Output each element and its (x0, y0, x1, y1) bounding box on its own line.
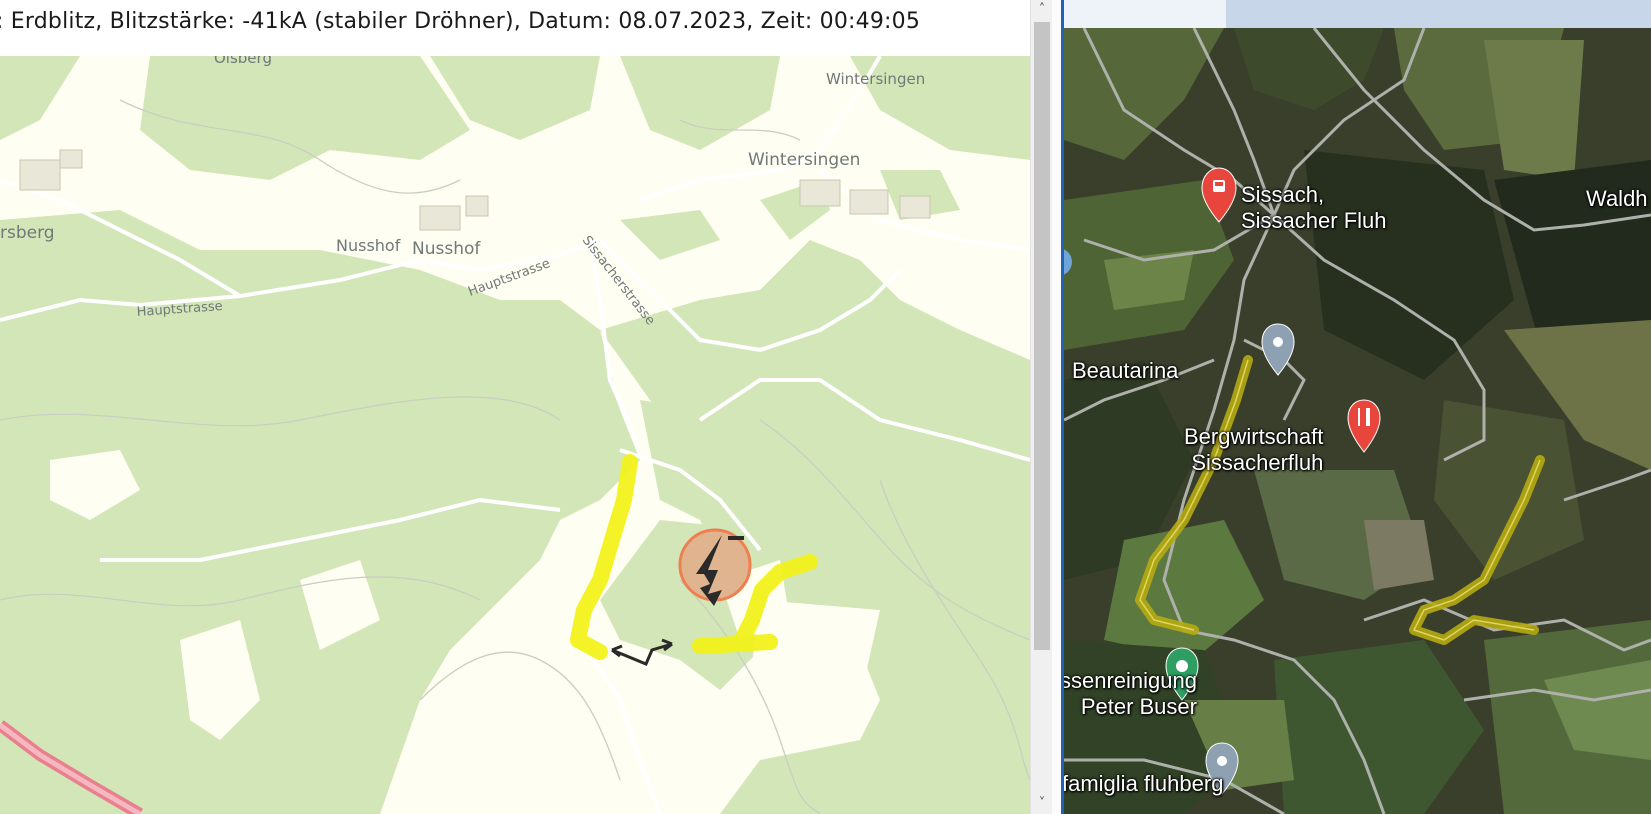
pane-divider[interactable] (1052, 0, 1064, 814)
place-label-olsberg: Olsberg (214, 56, 272, 67)
street-map[interactable]: Olsberg Wintersingen Wintersingen rsberg… (0, 56, 1030, 814)
scroll-down-icon[interactable]: ˅ (1031, 794, 1053, 814)
tab-strip (1064, 0, 1651, 28)
strike-info-bar: : Erdblitz, Blitzstärke: -41kA (stabiler… (0, 0, 1030, 56)
poi-label-beautarina[interactable]: Beautarina (1072, 358, 1178, 384)
place-label-nusshof-small: Nusshof (336, 236, 401, 255)
scroll-thumb[interactable] (1034, 22, 1050, 650)
vertical-scrollbar[interactable]: ˄ ˅ (1030, 0, 1053, 814)
satellite-map-pane: Sissach, Sissacher Fluh Beautarina Bergw… (1064, 0, 1651, 814)
street-map-pane: : Erdblitz, Blitzstärke: -41kA (stabiler… (0, 0, 1030, 814)
place-label-wintersingen-small: Wintersingen (826, 70, 925, 88)
tab-active[interactable] (1064, 0, 1226, 28)
poi-label-waldh[interactable]: Waldh (1586, 186, 1648, 212)
scroll-up-icon[interactable]: ˄ (1031, 0, 1053, 20)
place-label-rsberg: rsberg (0, 223, 55, 243)
poi-label-famiglia[interactable]: famiglia fluhberg (1064, 771, 1223, 797)
poi-label-sissach[interactable]: Sissach, Sissacher Fluh (1241, 182, 1387, 234)
poi-label-bergwirtschaft[interactable]: Bergwirtschaft Sissacherfluh (1184, 424, 1323, 476)
place-label-nusshof: Nusshof (412, 239, 481, 259)
poi-label-reinigung[interactable]: ssenreinigung Peter Buser (1064, 668, 1197, 720)
strike-info-text: : Erdblitz, Blitzstärke: -41kA (stabiler… (0, 9, 921, 34)
place-label-wintersingen: Wintersingen (748, 150, 860, 170)
